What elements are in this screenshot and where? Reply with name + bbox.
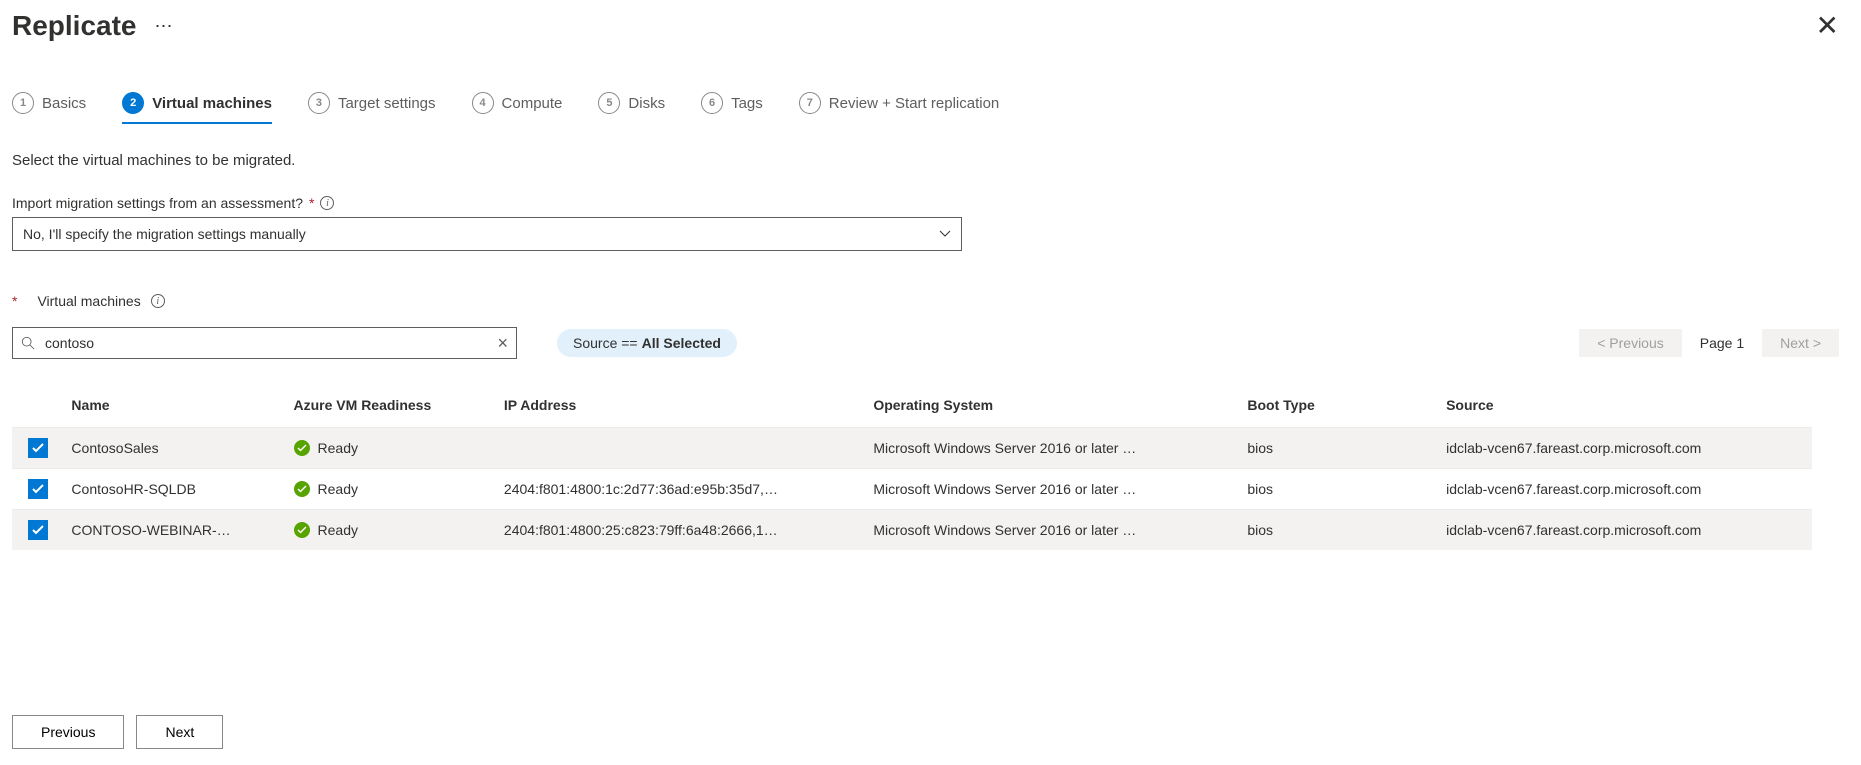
source: idclab-vcen67.fareast.corp.microsoft.com xyxy=(1438,428,1812,469)
source: idclab-vcen67.fareast.corp.microsoft.com xyxy=(1438,469,1812,510)
table-row[interactable]: CONTOSO-WEBINAR-… Ready 2404:f801:4800:25:… xyxy=(12,510,1812,551)
chevron-down-icon xyxy=(939,230,951,238)
col-source[interactable]: Source xyxy=(1438,387,1812,428)
tab-review[interactable]: 7 Review + Start replication xyxy=(799,92,1000,124)
readiness-value: Ready xyxy=(318,481,358,497)
tab-compute[interactable]: 4 Compute xyxy=(472,92,563,124)
required-indicator: * xyxy=(12,293,17,309)
step-number: 1 xyxy=(12,92,34,114)
tab-tags[interactable]: 6 Tags xyxy=(701,92,763,124)
step-number: 3 xyxy=(308,92,330,114)
tab-target-settings[interactable]: 3 Target settings xyxy=(308,92,436,124)
filter-key: Source == xyxy=(573,335,638,351)
col-boot[interactable]: Boot Type xyxy=(1239,387,1438,428)
source-filter-pill[interactable]: Source == All Selected xyxy=(557,329,737,357)
tab-disks[interactable]: 5 Disks xyxy=(598,92,665,124)
step-label: Tags xyxy=(731,95,763,112)
boot-type: bios xyxy=(1239,428,1438,469)
source: idclab-vcen67.fareast.corp.microsoft.com xyxy=(1438,510,1812,551)
search-icon xyxy=(21,336,35,350)
vm-search-input[interactable] xyxy=(43,334,489,352)
page-title: Replicate xyxy=(12,10,137,42)
pager-next-button[interactable]: Next > xyxy=(1762,329,1839,357)
row-checkbox[interactable] xyxy=(28,520,48,540)
more-actions-icon[interactable]: ⋯ xyxy=(155,16,175,37)
dropdown-value: No, I'll specify the migration settings … xyxy=(23,226,306,242)
vm-name: ContosoHR-SQLDB xyxy=(63,469,285,510)
pager-previous-button[interactable]: < Previous xyxy=(1579,329,1682,357)
check-circle-icon xyxy=(294,522,310,538)
boot-type: bios xyxy=(1239,510,1438,551)
check-circle-icon xyxy=(294,481,310,497)
table-row[interactable]: ContosoHR-SQLDB Ready 2404:f801:4800:1c:2d… xyxy=(12,469,1812,510)
col-ip[interactable]: IP Address xyxy=(496,387,865,428)
readiness-value: Ready xyxy=(318,440,358,456)
operating-system: Microsoft Windows Server 2016 or later … xyxy=(865,510,1239,551)
section-description: Select the virtual machines to be migrat… xyxy=(12,152,1849,169)
vm-section-label: Virtual machines xyxy=(37,293,140,309)
ip-address xyxy=(496,428,865,469)
readiness-value: Ready xyxy=(318,522,358,538)
step-number: 6 xyxy=(701,92,723,114)
table-row[interactable]: ContosoSales Ready Microsoft Windows Serve… xyxy=(12,428,1812,469)
step-label: Review + Start replication xyxy=(829,95,1000,112)
close-icon[interactable]: ✕ xyxy=(1816,12,1849,40)
info-icon[interactable]: i xyxy=(151,294,165,308)
col-readiness[interactable]: Azure VM Readiness xyxy=(286,387,496,428)
ip-address: 2404:f801:4800:25:c823:79ff:6a48:2666,1… xyxy=(496,510,865,551)
tab-basics[interactable]: 1 Basics xyxy=(12,92,86,124)
tab-virtual-machines[interactable]: 2 Virtual machines xyxy=(122,92,272,124)
vm-name: ContosoSales xyxy=(63,428,285,469)
step-label: Target settings xyxy=(338,95,436,112)
step-label: Virtual machines xyxy=(152,95,272,112)
step-number: 4 xyxy=(472,92,494,114)
step-label: Basics xyxy=(42,95,86,112)
vm-name: CONTOSO-WEBINAR-… xyxy=(63,510,285,551)
col-name[interactable]: Name xyxy=(63,387,285,428)
filter-value: All Selected xyxy=(642,335,721,351)
import-assessment-label: Import migration settings from an assess… xyxy=(12,195,303,211)
vm-table: Name Azure VM Readiness IP Address Opera… xyxy=(12,387,1812,550)
ip-address: 2404:f801:4800:1c:2d77:36ad:e95b:35d7,… xyxy=(496,469,865,510)
wizard-tabs: 1 Basics 2 Virtual machines 3 Target set… xyxy=(12,92,1849,124)
col-os[interactable]: Operating System xyxy=(865,387,1239,428)
operating-system: Microsoft Windows Server 2016 or later … xyxy=(865,469,1239,510)
step-number: 7 xyxy=(799,92,821,114)
previous-button[interactable]: Previous xyxy=(12,715,124,749)
step-label: Compute xyxy=(502,95,563,112)
next-button[interactable]: Next xyxy=(136,715,223,749)
step-number: 2 xyxy=(122,92,144,114)
vm-search-box[interactable]: × xyxy=(12,327,517,359)
clear-search-icon[interactable]: × xyxy=(497,334,508,352)
check-circle-icon xyxy=(294,440,310,456)
required-indicator: * xyxy=(309,195,314,211)
step-label: Disks xyxy=(628,95,665,112)
boot-type: bios xyxy=(1239,469,1438,510)
row-checkbox[interactable] xyxy=(28,479,48,499)
step-number: 5 xyxy=(598,92,620,114)
info-icon[interactable]: i xyxy=(320,196,334,210)
row-checkbox[interactable] xyxy=(28,438,48,458)
pager-info: Page 1 xyxy=(1700,335,1744,351)
import-assessment-dropdown[interactable]: No, I'll specify the migration settings … xyxy=(12,217,962,251)
operating-system: Microsoft Windows Server 2016 or later … xyxy=(865,428,1239,469)
